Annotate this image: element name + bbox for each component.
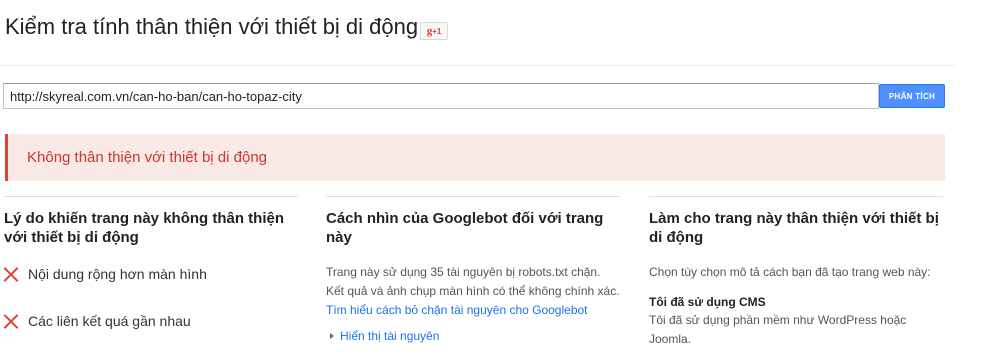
cms-option-title[interactable]: Tôi đã sử dụng CMS bbox=[649, 295, 943, 309]
googlebot-desc-text: Trang này sử dụng 35 tài nguyên bị robot… bbox=[326, 265, 620, 298]
make-friendly-heading: Làm cho trang này thân thiện với thiết b… bbox=[649, 210, 939, 246]
unblock-resources-link[interactable]: Tìm hiểu cách bỏ chặn tài nguyên cho Goo… bbox=[326, 303, 588, 317]
gplus-plus1-label: +1 bbox=[432, 27, 442, 36]
reason-label: Nội dung rộng hơn màn hình bbox=[28, 266, 207, 282]
result-status-text: Không thân thiện với thiết bị di động bbox=[27, 149, 268, 166]
make-friendly-prompt: Chọn tùy chọn mô tả cách bạn đã tạo tran… bbox=[649, 265, 931, 279]
cms-option-description: Tôi đã sử dụng phần mềm như WordPress ho… bbox=[649, 313, 907, 346]
column-divider bbox=[649, 196, 943, 197]
reasons-heading: Lý do khiến trang này không thân thiện v… bbox=[4, 210, 285, 246]
google-plus-one-button[interactable]: g+1 bbox=[420, 22, 448, 40]
show-resources-label: Hiển thị tài nguyên bbox=[340, 329, 440, 343]
make-friendly-column: Làm cho trang này thân thiện với thiết b… bbox=[649, 196, 943, 349]
googlebot-heading: Cách nhìn của Googlebot đối với trang nà… bbox=[326, 210, 604, 246]
column-divider bbox=[4, 196, 298, 197]
result-banner-accent bbox=[5, 134, 8, 181]
analyze-button[interactable]: PHÂN TÍCH bbox=[879, 84, 945, 108]
reasons-column: Lý do khiến trang này không thân thiện v… bbox=[4, 196, 298, 247]
googlebot-description: Trang này sử dụng 35 tài nguyên bị robot… bbox=[326, 263, 620, 320]
page-title: Kiểm tra tính thân thiện với thiết bị di… bbox=[5, 14, 419, 39]
googlebot-column: Cách nhìn của Googlebot đối với trang nà… bbox=[326, 196, 620, 320]
result-banner: Không thân thiện với thiết bị di động bbox=[5, 134, 945, 181]
error-x-icon bbox=[4, 267, 18, 281]
triangle-right-icon bbox=[330, 333, 334, 339]
url-input[interactable] bbox=[3, 83, 879, 109]
show-resources-toggle[interactable]: Hiển thị tài nguyên bbox=[330, 329, 439, 343]
column-divider bbox=[326, 196, 620, 197]
reason-item: Các liên kết quá gần nhau bbox=[4, 313, 191, 329]
reason-label: Các liên kết quá gần nhau bbox=[28, 313, 191, 329]
error-x-icon bbox=[4, 314, 18, 328]
header-divider bbox=[0, 65, 955, 66]
reason-item: Nội dung rộng hơn màn hình bbox=[4, 266, 207, 282]
